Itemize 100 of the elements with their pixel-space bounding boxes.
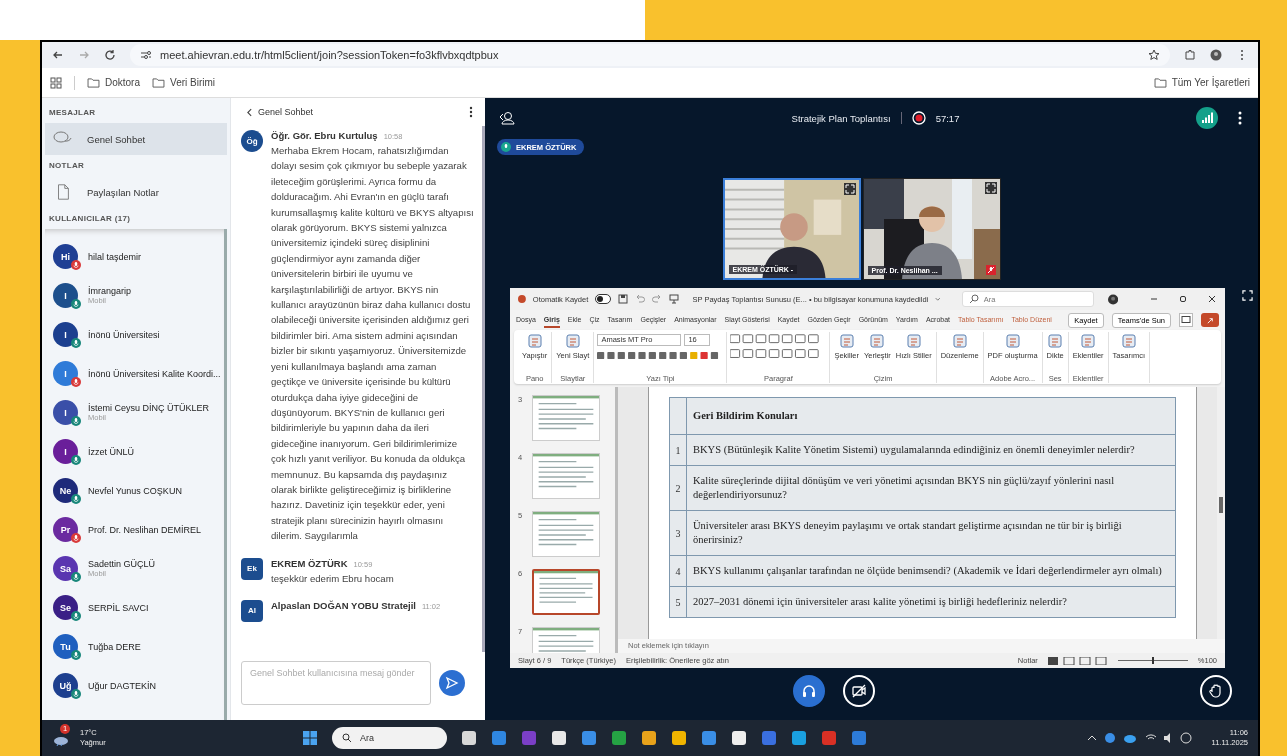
mic-icon	[501, 142, 511, 152]
user-avatar: I	[53, 439, 78, 464]
user-name[interactable]: İnönü Üniversitesi	[88, 329, 160, 340]
user-name[interactable]: Tuğba DERE	[88, 641, 141, 652]
hand-icon	[1208, 683, 1224, 699]
notes-item[interactable]: Paylaşılan Notlar	[45, 176, 227, 208]
site-settings-icon[interactable]	[140, 49, 152, 61]
present-icon[interactable]	[669, 294, 680, 304]
autosave-toggle[interactable]	[595, 294, 612, 304]
share-icon	[1205, 315, 1215, 325]
ribbon-command-icon	[838, 333, 855, 349]
ribbon-command-icon	[951, 333, 968, 349]
app-icon[interactable]	[461, 730, 477, 746]
start-icon[interactable]	[302, 730, 318, 746]
message-input[interactable]: Genel Sohbet kullanıcısına mesaj gönder	[241, 661, 431, 705]
back-button[interactable]: Genel Sohbet	[245, 105, 316, 119]
user-name[interactable]: Uğur DAGTEKİN	[88, 680, 156, 691]
ribbon-command-icon	[1080, 333, 1097, 349]
app-icon[interactable]	[671, 730, 687, 746]
user-avatar: Se	[53, 595, 78, 620]
slide-table[interactable]	[669, 397, 1176, 618]
save-icon[interactable]	[618, 294, 629, 304]
user-name[interactable]: SERPİL SAVCI	[88, 602, 149, 613]
app-icon[interactable]	[731, 730, 747, 746]
connection-status-icon[interactable]	[1196, 107, 1218, 129]
more-options-icon[interactable]	[469, 106, 473, 118]
send-button[interactable]	[439, 670, 465, 696]
row-number: 1	[675, 444, 681, 456]
account-avatar-icon[interactable]	[1107, 292, 1118, 306]
table-cell: Üniversiteler arası BKYS deneyim paylaşımı ve ortak standart geliştirme açısından ne tür bir iş birliği önerirsiniz?	[693, 520, 1122, 545]
view-buttons-drawing[interactable]	[1047, 656, 1108, 665]
reload-icon[interactable]	[104, 49, 116, 61]
share-button[interactable]	[1201, 313, 1219, 327]
user-avatar: Sa	[53, 556, 78, 581]
sender-avatar: Al	[241, 599, 263, 622]
ribbon-command-icon	[1120, 333, 1137, 349]
more-options-icon[interactable]	[1238, 111, 1242, 125]
app-icon[interactable]	[641, 730, 657, 746]
send-icon	[445, 676, 459, 690]
bookmark-link[interactable]: Veri Birimi	[152, 77, 216, 88]
ribbon-command-icon	[1047, 333, 1064, 349]
close-icon[interactable]	[1207, 294, 1217, 304]
address-bar[interactable]: meet.ahievran.edu.tr/html5client/join?sessionToken=fo3kflvbxqdtpbux	[130, 44, 1170, 66]
table-heading: Geri Bildirim Konuları	[692, 409, 799, 423]
ribbon-command-icon	[869, 333, 886, 349]
user-avatar: I	[53, 283, 78, 308]
back-icon[interactable]	[52, 49, 64, 61]
raise-hand-button[interactable]	[1200, 675, 1232, 707]
search-icon	[968, 294, 979, 304]
row-number: 5	[675, 596, 681, 608]
user-name[interactable]: İstemi Ceysu DİNÇ ÜTÜKLER	[88, 403, 210, 413]
table-cell: BKYS (Bütünleşik Kalite Yönetim Sistemi) uygulamalarında edindiğiniz en önemli deneyimler nelerdir?	[693, 444, 1135, 455]
app-icon[interactable]	[551, 730, 567, 746]
chat-item[interactable]: Genel Sohbet	[45, 123, 227, 155]
profile-icon[interactable]	[1210, 49, 1222, 61]
user-avatar: Ne	[53, 478, 78, 503]
row-number: 3	[675, 527, 681, 539]
recording-timer: 57:17	[935, 112, 960, 124]
user-name[interactable]: Sadettin GÜÇLÜ	[88, 559, 156, 569]
star-icon[interactable]	[1148, 49, 1160, 61]
url-text: meet.ahievran.edu.tr/html5client/join?sessionToken=fo3kflvbxqdtpbux	[160, 49, 500, 61]
bookmark-link[interactable]: Doktora	[87, 77, 140, 88]
table-cell: BKYS kullanımı çalışanlar tarafından ne ölçüde benimsendi? (Akademik ve İdari değerlendirmeler ayrı olmalı)	[693, 565, 1162, 576]
sender-name: EKREM ÖZTÜRK	[271, 557, 348, 569]
extensions-icon[interactable]	[1184, 49, 1196, 61]
recording-icon[interactable]	[911, 111, 926, 125]
user-avatar: Tu	[53, 634, 78, 659]
camera-off-icon	[850, 683, 867, 699]
users-toggle-icon[interactable]	[499, 111, 515, 125]
sender-avatar: Ek	[241, 557, 263, 580]
restore-icon[interactable]	[1178, 294, 1188, 304]
section-heading: KULLANICILAR (17)	[48, 213, 132, 225]
section-heading: NOTLAR	[48, 160, 86, 172]
user-name[interactable]: İzzet ÜNLÜ	[88, 446, 134, 457]
folder-icon	[1153, 77, 1167, 88]
camera-off-button[interactable]	[842, 675, 875, 707]
ribbon-command-icon	[1004, 333, 1021, 349]
user-avatar: I	[53, 322, 78, 347]
bookmark-folder[interactable]: Tüm Yer İşaretleri	[1153, 77, 1250, 88]
dropdown-icon[interactable]	[935, 296, 941, 302]
apps-grid-icon[interactable]	[50, 76, 62, 89]
headphones-button[interactable]	[792, 675, 825, 707]
slide-thumbnail[interactable]	[532, 569, 600, 615]
ribbon-command-icon	[526, 333, 543, 349]
comment-icon[interactable]	[1179, 313, 1193, 327]
sender-avatar: Öğ	[241, 130, 263, 152]
ribbon-command-icon	[564, 333, 581, 349]
user-name[interactable]: hilal taşdemir	[88, 251, 142, 262]
folder-icon	[152, 77, 165, 88]
user-name[interactable]: İnönü Üniversitesi Kalite Koordi...	[88, 368, 221, 379]
headphones-icon	[800, 683, 817, 699]
user-name[interactable]: Prof. Dr. Neslihan DEMİREL	[88, 524, 202, 535]
zoom-slider-thumb[interactable]	[1151, 657, 1154, 664]
app-logo-icon	[518, 294, 526, 304]
taskbar-search[interactable]: Ara	[332, 727, 447, 749]
user-name[interactable]: Nevfel Yunus COŞKUN	[88, 485, 182, 496]
user-name[interactable]: İmrangarip	[88, 286, 132, 296]
message-text: Merhaba Ekrem Hocam, rahatsızlığımdan dolayı sesim çok çıkmıyor bu sebeple yazarak ileteceğim görüşlerimi. Ayrıca formu da dolduracağım. Ahi Evran'ın en güçlü tarafı kurumsallaşmış kalite kültürü ve BKYS altyapısı olarak görüyorum. BKYS sistemi yalnızca üniversitemiz içindeki süreç disiplinini güçlendirmiyor aynı zamanda diğer üniversitelerin birbiri ile uyumu ve karşılaştırılabilirliği de artıyor. BKYS nin kullanıcı arayüzünün biraz daha kullanıcı dostu olabileceği üniversite içerisinden aldığımız geri bildirimler biri. Ama sistem admini açısından bizler bir sıkıntı yaşamıyoruz. Üniversitemizde yeni kullanılmaya başlandı ama zaman geçtikçe ve üniversite içerisinde bu kültürü oturdukça daha iyiye gideceğini de düşünüyorum. BKYS'nin de kullanıcı geri bildirimleriyle bu yapının daha da ileri gideceğine inanıyorum. Geri bildirimlerimize çok hızlı yanıt veriliyor. Bu konuda da oldukça memnunuz. Bu kapsamda dış paydaşınız olarak birlikte geliştireceğimiz iş birliklerine hazırız. Davetiniz için teşekkür eder, yeni stratejik planı sürecinizin hayırlı olmasını dilerim. Saygılarımla	[271, 144, 474, 544]
sender-name: Alpaslan DOĞAN YOBU Stratejil	[271, 599, 416, 611]
fullscreen-icon[interactable]	[1242, 290, 1253, 301]
